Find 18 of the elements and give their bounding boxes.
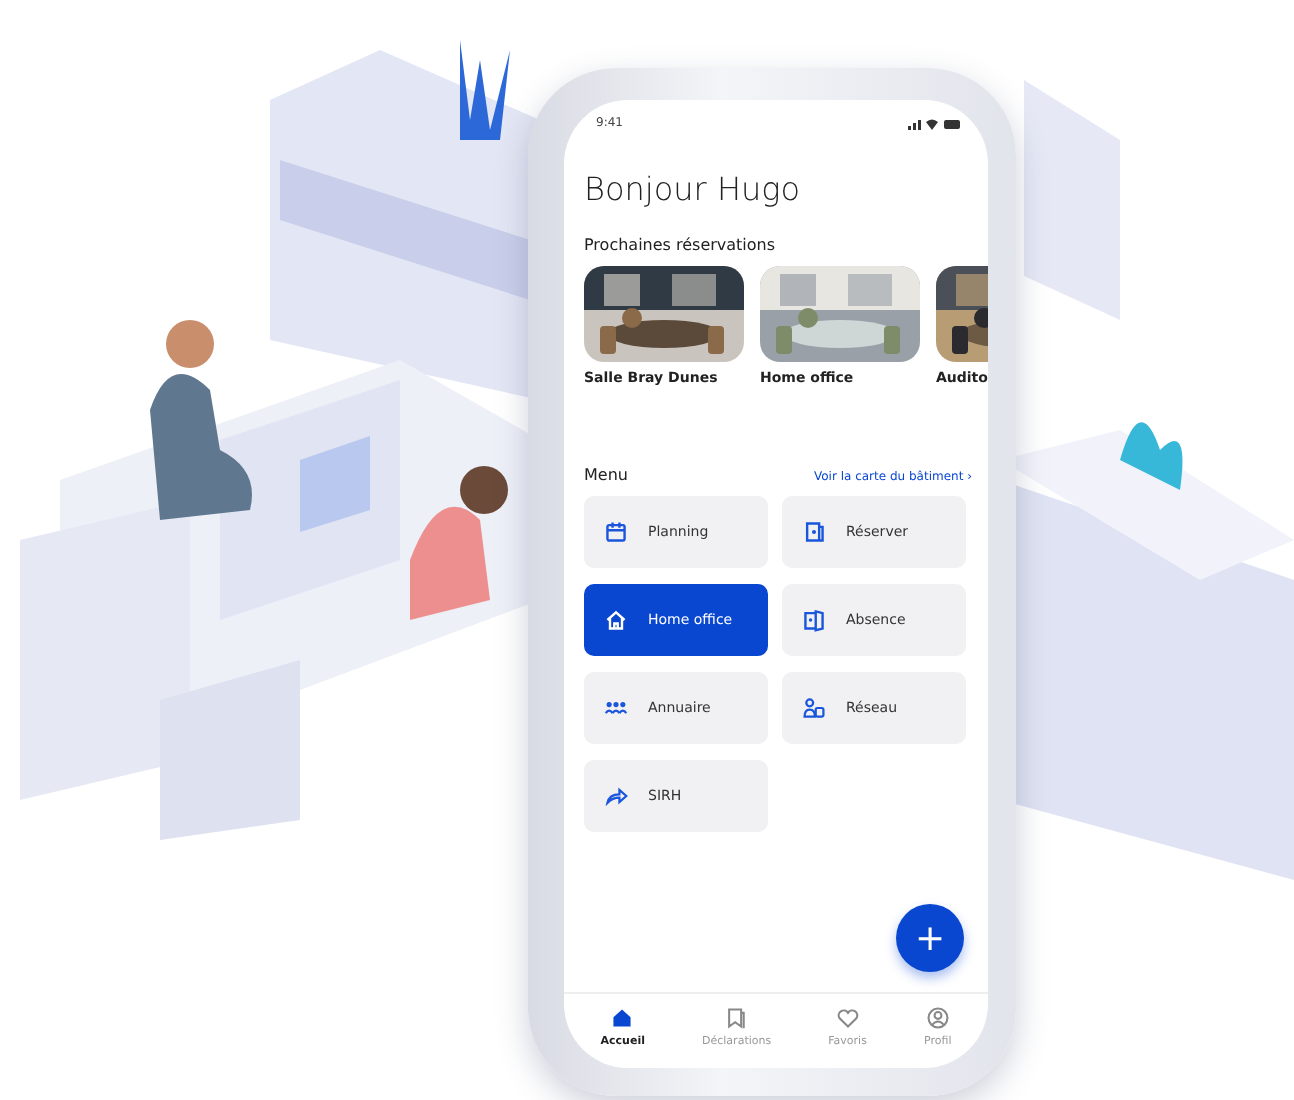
status-icons [908,117,960,129]
section-title: Menu [584,466,628,484]
network-icon [802,696,826,720]
plant-icon [1120,422,1183,490]
section-title: Prochaines réservations [584,236,778,254]
people-icon [604,696,628,720]
door-icon [802,608,826,632]
profile-icon [925,1006,950,1030]
heart-icon [835,1006,860,1030]
calendar-icon [604,520,628,544]
bookmark-icon [724,1006,749,1030]
door-icon [802,520,826,544]
add-button[interactable]: + [896,904,964,972]
greeting: Bonjour Hugo [584,170,803,208]
arrow-icon [604,784,628,808]
house-icon [604,608,628,632]
home-icon [610,1006,635,1030]
plant-icon [460,40,510,140]
